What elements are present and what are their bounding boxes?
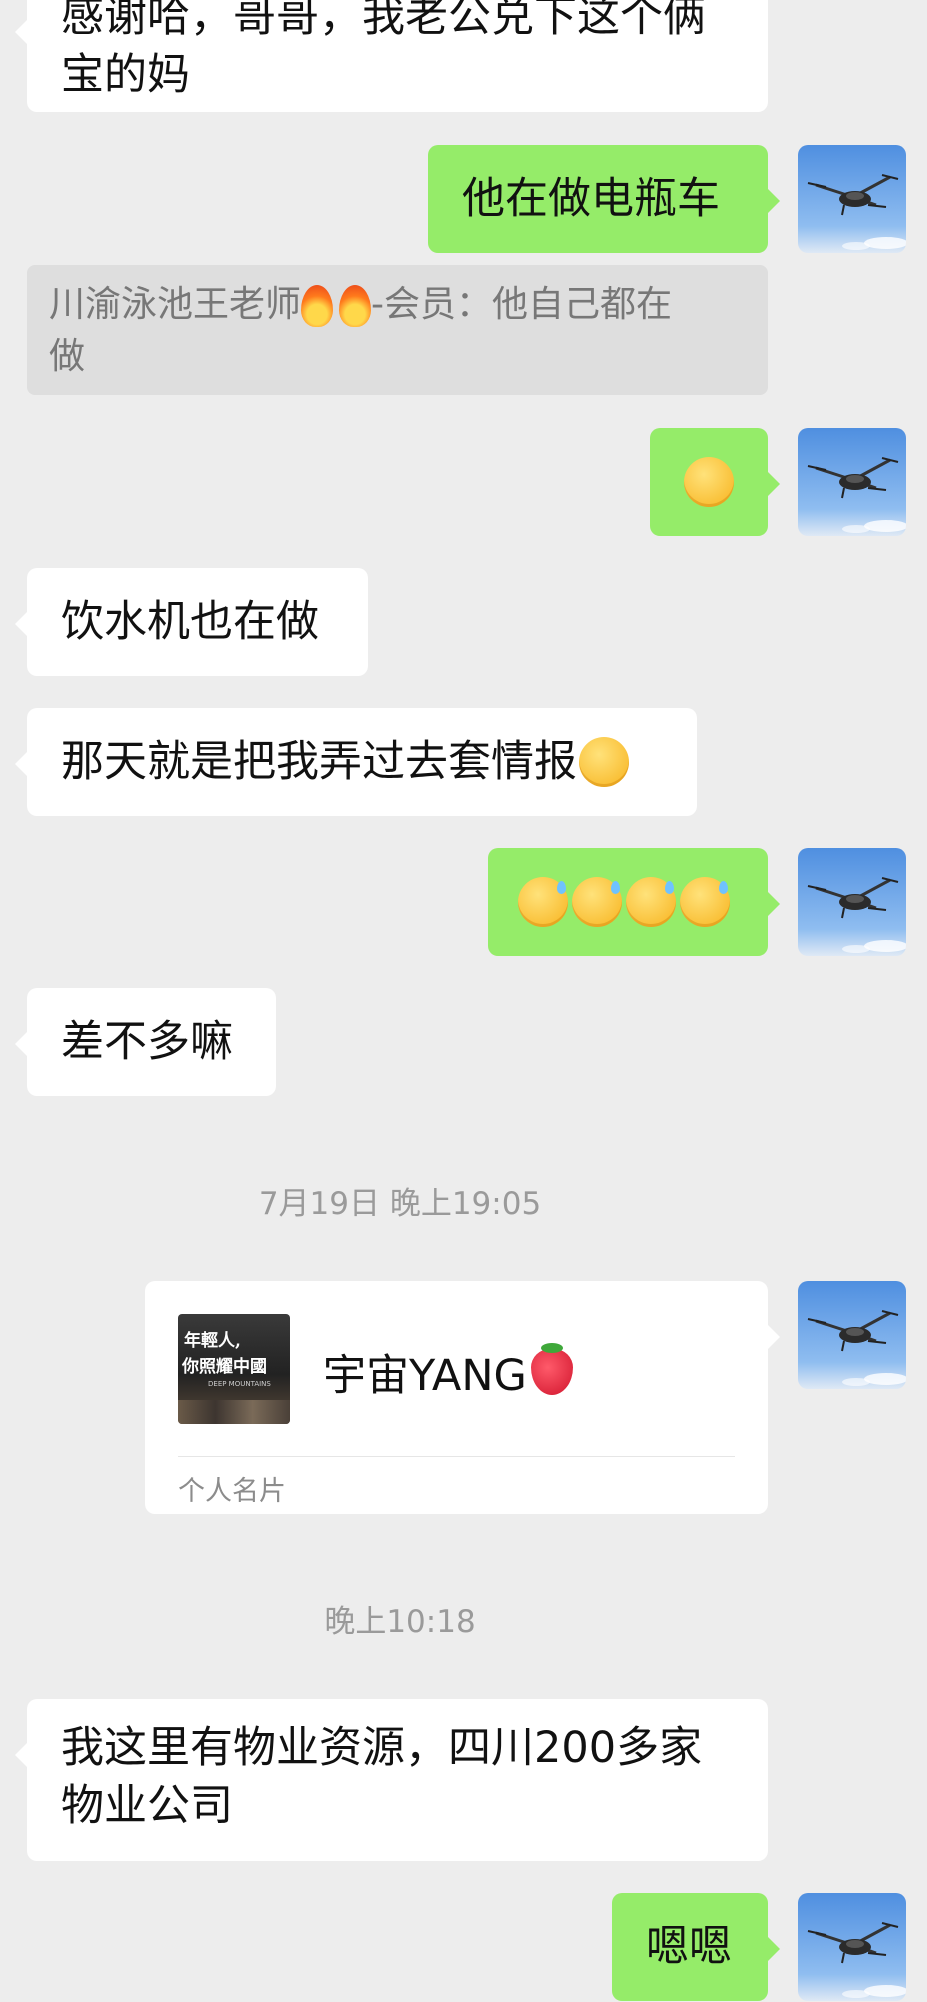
- message-text: 感谢哈，哥哥，我老公兑下这个俩 宝的妈: [61, 0, 706, 100]
- downcast-sweat-icon: [572, 877, 622, 927]
- message-bubble-received[interactable]: 感谢哈，哥哥，我老公兑下这个俩 宝的妈: [15, 0, 768, 112]
- timestamp: 7月19日 晚上19:05: [258, 1186, 542, 1222]
- message-text: 差不多嘛: [61, 1017, 233, 1067]
- thumb-text: 年輕人,: [184, 1331, 241, 1351]
- avatar[interactable]: [798, 848, 906, 956]
- timestamp: 晚上10:18: [324, 1604, 476, 1640]
- avatar[interactable]: [798, 428, 906, 536]
- message-bubble-sent[interactable]: [650, 428, 780, 536]
- downcast-sweat-icon: [518, 877, 568, 927]
- contact-card[interactable]: 年輕人, 你照耀中國 DEEP MOUNTAINS 宇宙YANG 个人名片: [145, 1281, 780, 1514]
- message-bubble-sent[interactable]: 他在做电瓶车: [428, 145, 780, 253]
- drone-avatar-icon: [798, 428, 906, 536]
- message-text: 那天就是把我弄过去套情报: [61, 737, 577, 787]
- face-hand-over-mouth-icon: [684, 457, 734, 507]
- thumb-crowd: [178, 1400, 290, 1424]
- downcast-sweat-icon: [680, 877, 730, 927]
- card-thumbnail: 年輕人, 你照耀中國 DEEP MOUNTAINS: [178, 1314, 290, 1424]
- drone-avatar-icon: [798, 145, 906, 253]
- quote-sender: 川渝泳池王老师: [49, 284, 302, 325]
- message-bubble-sent[interactable]: [488, 848, 780, 956]
- avatar[interactable]: [798, 1281, 906, 1389]
- message-text: 我这里有物业资源，四川200多家 物业公司: [61, 1723, 703, 1831]
- quote-text: -会员：他自己都在: [371, 284, 673, 325]
- contact-name: 宇宙YANG: [323, 1351, 527, 1401]
- message-bubble-received[interactable]: 饮水机也在做: [15, 568, 368, 676]
- quote-text-line2: 做: [49, 336, 86, 377]
- strawberry-icon: [530, 1343, 573, 1395]
- downcast-sweat-icon: [626, 877, 676, 927]
- avatar[interactable]: [798, 145, 906, 253]
- message-bubble-received[interactable]: 差不多嘛: [15, 988, 276, 1096]
- message-bubble-received[interactable]: 我这里有物业资源，四川200多家 物业公司: [15, 1699, 768, 1861]
- drone-avatar-icon: [798, 1893, 906, 2001]
- divider: [178, 1456, 735, 1457]
- fire-icon: [339, 285, 372, 327]
- card-type-label: 个人名片: [178, 1476, 286, 1507]
- card-contact-name: 宇宙YANG: [323, 1341, 573, 1403]
- rolling-laughing-icon: [579, 737, 629, 787]
- quoted-message[interactable]: 川渝泳池王老师 -会员：他自己都在 做: [27, 265, 768, 395]
- thumb-text: 你照耀中國: [182, 1357, 267, 1377]
- message-text: 他在做电瓶车: [462, 174, 720, 224]
- message-bubble-received[interactable]: 那天就是把我弄过去套情报: [15, 708, 697, 816]
- avatar[interactable]: [798, 1893, 906, 2001]
- thumb-text: DEEP MOUNTAINS: [208, 1380, 271, 1388]
- message-bubble-sent[interactable]: 嗯嗯: [612, 1893, 780, 2001]
- fire-icon: [301, 285, 334, 327]
- message-text: 嗯嗯: [646, 1922, 732, 1972]
- drone-avatar-icon: [798, 848, 906, 956]
- message-text: 饮水机也在做: [61, 597, 319, 647]
- drone-avatar-icon: [798, 1281, 906, 1389]
